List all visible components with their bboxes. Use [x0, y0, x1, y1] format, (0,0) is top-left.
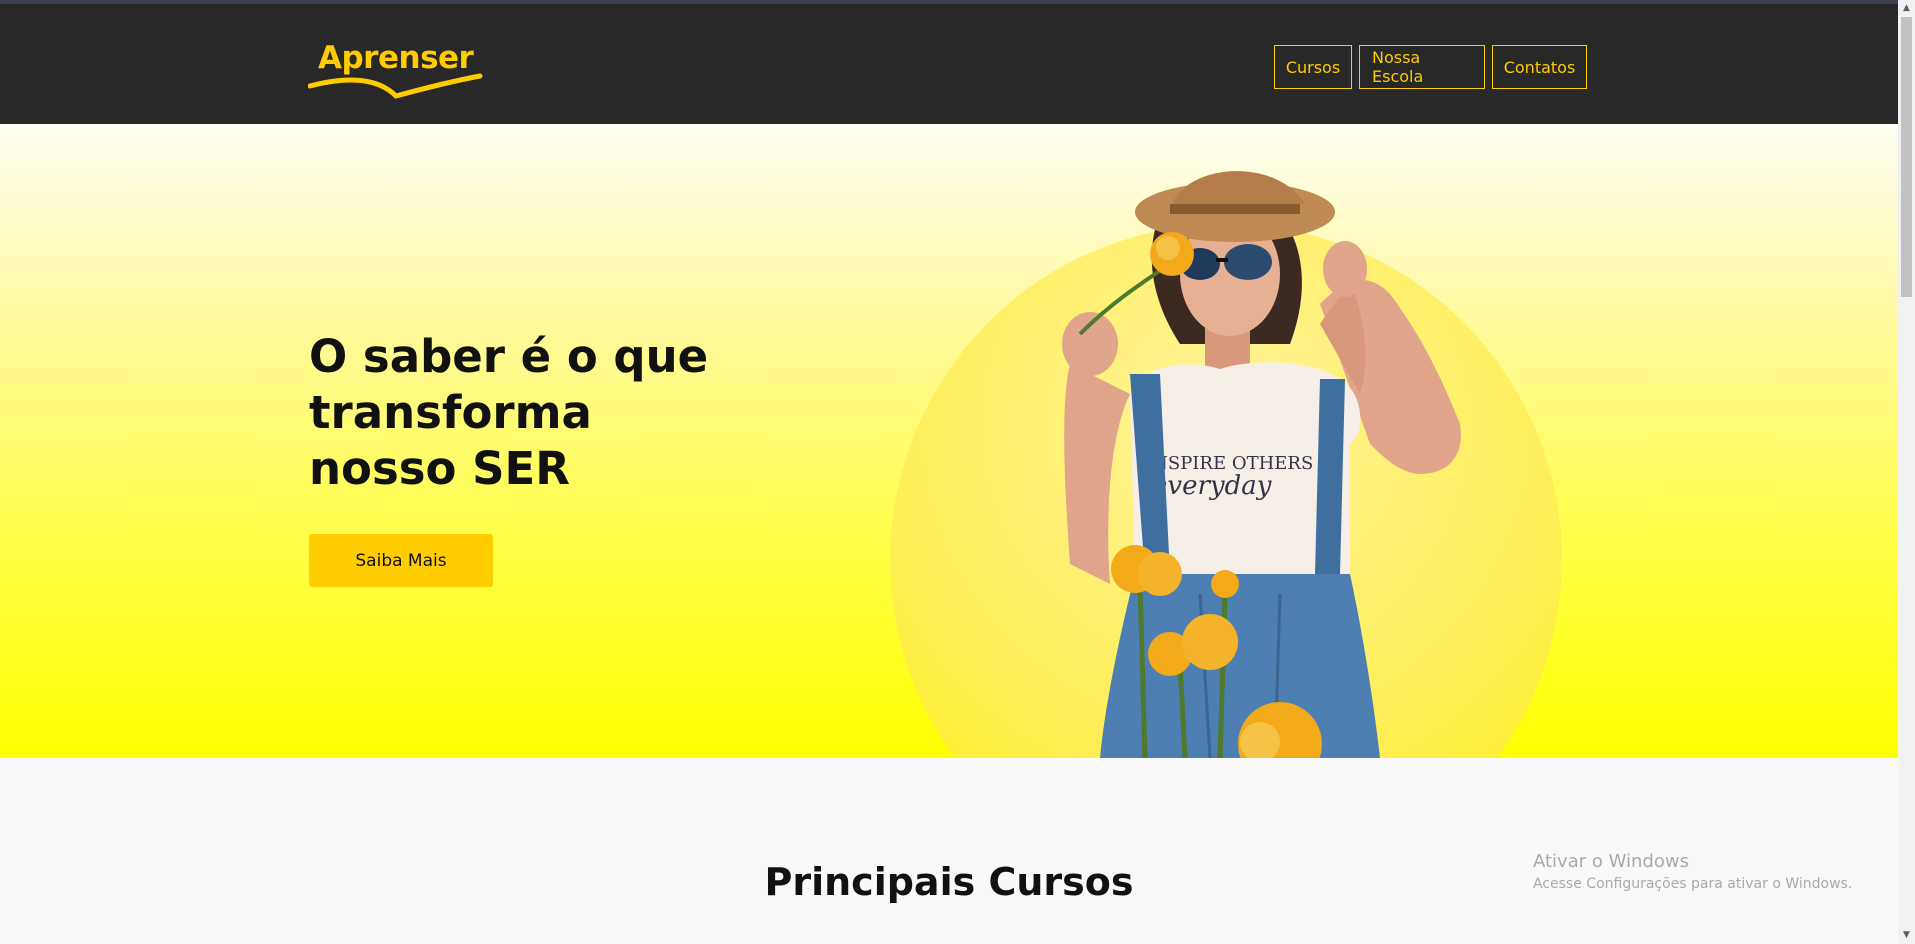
hero-woman-image: INSPIRE OTHERS everyday	[1062, 171, 1461, 758]
page-scrollbar[interactable]: ▲ ▼	[1898, 0, 1915, 944]
watermark-line-1: Ativar o Windows	[1533, 851, 1689, 872]
scroll-up-arrow-icon[interactable]: ▲	[1898, 0, 1915, 17]
hero-section: O saber é o que transforma nosso SER Sai…	[0, 124, 1898, 758]
site-header: Aprenser Cursos Nossa Escola Contatos	[0, 4, 1898, 124]
main-nav: Cursos Nossa Escola Contatos	[1274, 45, 1587, 91]
nav-contatos[interactable]: Contatos	[1492, 45, 1587, 89]
windows-activation-watermark: Ativar o Windows Acesse Configurações pa…	[1533, 851, 1852, 892]
scroll-down-arrow-icon[interactable]: ▼	[1898, 927, 1915, 944]
brand-logo[interactable]: Aprenser	[308, 38, 483, 110]
logo-swoosh-icon	[308, 73, 483, 99]
shirt-text-2: everyday	[1152, 471, 1272, 501]
saiba-mais-button[interactable]: Saiba Mais	[309, 534, 493, 587]
watermark-line-2: Acesse Configurações para ativar o Windo…	[1533, 876, 1853, 892]
nav-nossa-escola[interactable]: Nossa Escola	[1359, 45, 1485, 89]
scrollbar-thumb[interactable]	[1901, 17, 1912, 297]
nav-cursos[interactable]: Cursos	[1274, 45, 1352, 89]
hero-title: O saber é o que transforma nosso SER	[309, 330, 709, 495]
